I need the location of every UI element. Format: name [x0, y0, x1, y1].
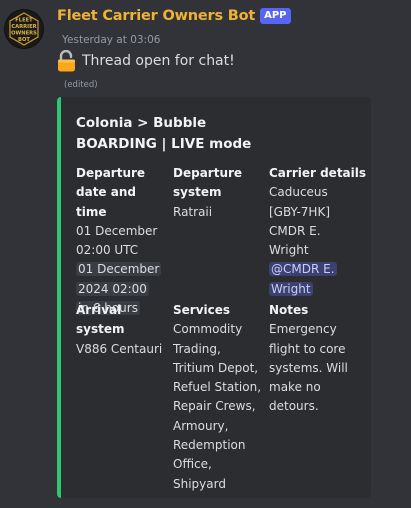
- departure-date-text: 01 December: [76, 223, 158, 238]
- services-line: Commodity: [173, 322, 243, 337]
- field-services: Services Commodity Trading, Tritium Depo…: [173, 301, 269, 494]
- avatar-text-line1: FLEET: [15, 18, 33, 24]
- timestamp-chip-year-time[interactable]: 2024 02:00: [76, 281, 149, 296]
- field-name-departure-system: Departure system: [173, 164, 265, 203]
- field-name-arrival-system: Arrival system: [76, 303, 125, 337]
- field-value-arrival-system: V886 Centauri: [76, 341, 163, 356]
- user-mention[interactable]: @CMDR E.: [269, 262, 337, 277]
- carrier-owner-text: CMDR E.: [269, 223, 321, 238]
- field-notes: Notes Emergency flight to core systems. …: [269, 301, 369, 417]
- avatar-text-line3: OWNERS: [11, 31, 37, 37]
- carrier-owner-text: Wright: [269, 243, 309, 258]
- field-name-departure-datetime: Departure date and time: [76, 164, 168, 222]
- notes-line: Emergency: [269, 322, 337, 337]
- bot-avatar[interactable]: FLEET CARRIER OWNERS BOT: [4, 9, 44, 49]
- embed-title: Colonia > Bubble BOARDING | LIVE mode: [76, 113, 251, 155]
- unlocked-padlock-icon: [58, 50, 75, 72]
- notes-line: flight to core: [269, 341, 346, 356]
- field-value-notes: Emergency flight to core systems. Will m…: [269, 320, 369, 416]
- notes-line: make no: [269, 380, 321, 395]
- field-arrival-system: Arrival system V886 Centauri: [76, 301, 172, 359]
- message-timestamp[interactable]: Yesterday at 03:06: [62, 34, 160, 46]
- message-content: Thread open for chat!: [57, 50, 235, 72]
- field-name-line: Departure: [76, 166, 146, 180]
- services-line: Office,: [173, 457, 212, 472]
- notes-line: systems. Will: [269, 360, 348, 375]
- bot-username[interactable]: Fleet Carrier Owners Bot: [57, 8, 255, 24]
- app-badge: APP: [260, 8, 291, 24]
- embed-title-status: BOARDING | LIVE mode: [76, 136, 252, 152]
- carrier-id-text: [GBY-7HK]: [269, 204, 331, 219]
- services-line: Redemption: [173, 438, 246, 453]
- notes-line: detours.: [269, 399, 319, 414]
- avatar-text-line4: BOT: [18, 37, 30, 43]
- field-name-line: date and time: [76, 185, 136, 219]
- field-value-services: Commodity Trading, Tritium Depot, Refuel…: [173, 320, 269, 494]
- services-line: Armoury,: [173, 418, 229, 433]
- field-name-services: Services: [173, 303, 231, 317]
- field-name-line: system: [173, 185, 222, 200]
- services-line: Tritium Depot,: [173, 360, 259, 375]
- services-line: Repair Crews,: [173, 399, 256, 414]
- message-header: Fleet Carrier Owners Bot APP: [57, 8, 291, 24]
- message-text: Thread open for chat!: [82, 53, 235, 69]
- services-line: Shipyard: [173, 476, 226, 491]
- embed-title-route: Colonia > Bubble: [76, 115, 207, 131]
- field-value-departure-system: Ratraii: [173, 204, 213, 219]
- user-mention[interactable]: Wright: [269, 281, 313, 296]
- avatar-logo-icon: FLEET CARRIER OWNERS BOT: [5, 10, 43, 48]
- carrier-name-text: Caduceus: [269, 185, 328, 200]
- embed-card: Colonia > Bubble BOARDING | LIVE mode De…: [57, 97, 371, 498]
- field-carrier-details: Carrier details Caduceus [GBY-7HK] CMDR …: [269, 164, 369, 299]
- edited-label: (edited): [64, 80, 98, 90]
- field-departure-system: Departure system Ratraii: [173, 164, 265, 222]
- field-departure-datetime: Departure date and time 01 December 02:0…: [76, 164, 168, 318]
- services-line: Refuel Station,: [173, 380, 262, 395]
- departure-time-text: 02:00 UTC: [76, 243, 139, 258]
- field-name-notes: Notes: [269, 303, 309, 317]
- services-line: Trading,: [173, 341, 221, 356]
- field-name-line: Departure: [173, 166, 243, 180]
- timestamp-chip-date[interactable]: 01 December: [76, 262, 162, 277]
- avatar-text-line2: CARRIER: [11, 24, 36, 30]
- field-value-carrier-details: Caduceus [GBY-7HK] CMDR E. Wright @CMDR …: [269, 183, 369, 299]
- field-name-carrier-details: Carrier details: [269, 166, 367, 180]
